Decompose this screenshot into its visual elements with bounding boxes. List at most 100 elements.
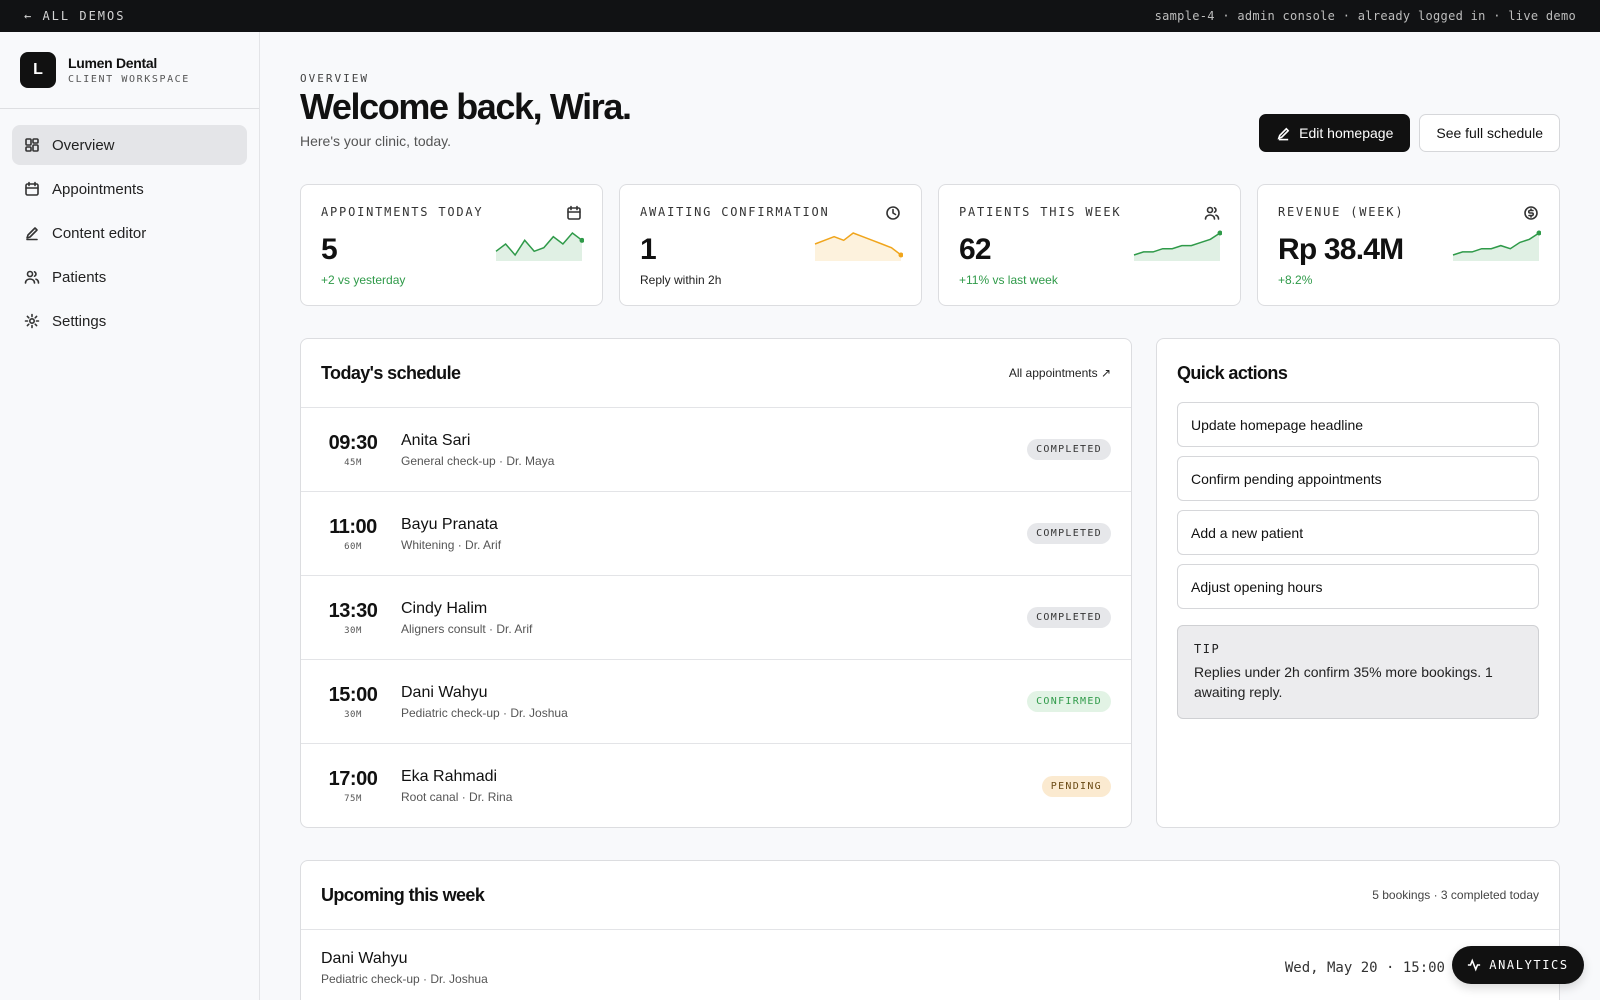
stat-label: REVENUE (WEEK) (1278, 205, 1405, 219)
quick-action-add-patient[interactable]: Add a new patient (1177, 510, 1539, 555)
quick-action-confirm-pending[interactable]: Confirm pending appointments (1177, 456, 1539, 501)
users-icon (24, 270, 40, 284)
analytics-label: ANALYTICS (1489, 958, 1569, 972)
status-badge: COMPLETED (1027, 523, 1111, 544)
stat-label: PATIENTS THIS WEEK (959, 205, 1122, 219)
see-full-schedule-button[interactable]: See full schedule (1419, 114, 1560, 152)
top-bar: ← ALL DEMOS sample-4 · admin console · a… (0, 0, 1600, 32)
appointment-time: 09:30 (328, 431, 378, 454)
sparkline (814, 232, 903, 261)
page-eyebrow: OVERVIEW (300, 72, 369, 85)
sidebar-item-label: Patients (52, 268, 107, 286)
brand: L Lumen Dental CLIENT WORKSPACE (0, 32, 259, 109)
all-demos-link[interactable]: ← ALL DEMOS (24, 9, 125, 23)
stat-card-revenue-week: REVENUE (WEEK) Rp 38.4M +8.2% (1257, 184, 1560, 306)
stat-label: APPOINTMENTS TODAY (321, 205, 484, 219)
status-badge: CONFIRMED (1027, 691, 1111, 712)
sidebar-item-label: Appointments (52, 180, 144, 198)
appointment-time: 17:00 (328, 768, 378, 790)
appointment-time: 13:30 (328, 599, 378, 622)
pencil-icon (1277, 127, 1290, 140)
patient-name: Bayu Pranata (401, 515, 498, 533)
edit-homepage-label: Edit homepage (1299, 125, 1394, 141)
todays-schedule-card: Today's schedule All appointments ↗ 09:3… (300, 338, 1132, 828)
schedule-row[interactable]: 13:30 30M Cindy Halim Aligners consult · D… (301, 576, 1131, 660)
stat-note: +11% vs last week (959, 273, 1058, 287)
analytics-button[interactable]: ANALYTICS (1452, 946, 1584, 984)
stat-cards: APPOINTMENTS TODAY 5 +2 vs yesterday AWA… (300, 184, 1560, 306)
appointment-duration: 30M (344, 709, 362, 720)
sidebar-item-label: Content editor (52, 224, 147, 242)
schedule-row[interactable]: 09:30 45M Anita Sari General check-up · Dr… (301, 408, 1131, 492)
patient-name: Anita Sari (401, 431, 471, 449)
gear-icon (24, 313, 40, 329)
stat-card-awaiting-confirmation: AWAITING CONFIRMATION 1 Reply within 2h (619, 184, 922, 306)
quick-action-update-headline[interactable]: Update homepage headline (1177, 402, 1539, 447)
schedule-row[interactable]: 17:00 75M Eka Rahmadi Root canal · Dr. Rin… (301, 744, 1131, 827)
edit-homepage-button[interactable]: Edit homepage (1259, 114, 1411, 152)
appointment-datetime: Wed, May 20 · 15:00 (1284, 960, 1445, 976)
appointment-time: 15:00 (328, 683, 378, 706)
appointment-duration: 45M (344, 457, 362, 468)
sidebar-item-label: Settings (52, 312, 107, 330)
tip-box: TIP Replies under 2h confirm 35% more bo… (1177, 625, 1539, 719)
appointment-description: Root canal · Dr. Rina (401, 790, 513, 804)
sidebar-item-overview[interactable]: Overview (12, 125, 247, 165)
all-appointments-link[interactable]: All appointments ↗ (1009, 366, 1111, 380)
appointment-duration: 30M (344, 625, 362, 636)
sidebar-item-settings[interactable]: Settings (12, 301, 247, 341)
brand-logo: L (20, 52, 56, 88)
sidebar-item-patients[interactable]: Patients (12, 257, 247, 297)
schedule-row[interactable]: 11:00 60M Bayu Pranata Whitening · Dr. Ari… (301, 492, 1131, 576)
quick-actions-title: Quick actions (1177, 363, 1288, 383)
brand-name: Lumen Dental (68, 55, 157, 71)
stat-card-appointments-today: APPOINTMENTS TODAY 5 +2 vs yesterday (300, 184, 603, 306)
grid-icon (25, 138, 39, 152)
sidebar-nav: Overview Appointments Content editor Pat… (0, 109, 259, 361)
schedule-title: Today's schedule (321, 362, 461, 383)
status-badge: PENDING (1041, 775, 1111, 797)
sidebar-item-content-editor[interactable]: Content editor (12, 213, 247, 253)
appointment-description: General check-up · Dr. Maya (401, 453, 555, 468)
quick-actions-card: Quick actions Update homepage headline C… (1156, 338, 1560, 828)
upcoming-row[interactable]: Dani Wahyu Pediatric check-up · Dr. Josh… (301, 930, 1559, 1000)
card-header: Upcoming this week 5 bookings · 3 comple… (301, 861, 1559, 930)
tip-text: Replies under 2h confirm 35% more bookin… (1194, 664, 1493, 700)
appointment-time: 11:00 (329, 515, 377, 538)
clock-icon (886, 206, 900, 220)
sidebar: L Lumen Dental CLIENT WORKSPACE Overview… (0, 32, 260, 1000)
calendar-icon (567, 205, 581, 220)
calendar-icon (25, 181, 39, 196)
card-header: Today's schedule All appointments ↗ (301, 339, 1131, 408)
sidebar-item-appointments[interactable]: Appointments (12, 169, 247, 209)
appointment-description: Pediatric check-up · Dr. Joshua (401, 705, 568, 720)
quick-action-adjust-hours[interactable]: Adjust opening hours (1177, 564, 1539, 609)
appointment-description: Whitening · Dr. Arif (401, 537, 502, 552)
schedule-row[interactable]: 15:00 30M Dani Wahyu Pediatric check-up · … (301, 660, 1131, 744)
patient-name: Cindy Halim (401, 599, 488, 617)
brand-subtitle: CLIENT WORKSPACE (68, 74, 190, 85)
session-meta: sample-4 · admin console · already logge… (1154, 9, 1576, 23)
sparkline (1133, 230, 1222, 261)
patient-name: Dani Wahyu (401, 683, 488, 701)
patient-name: Dani Wahyu (321, 950, 408, 967)
upcoming-this-week-card: Upcoming this week 5 bookings · 3 comple… (300, 860, 1560, 1000)
sparkline (495, 231, 584, 261)
stat-note: Reply within 2h (640, 273, 722, 287)
upcoming-title: Upcoming this week (321, 884, 485, 905)
status-badge: COMPLETED (1027, 607, 1111, 628)
sidebar-item-label: Overview (52, 136, 115, 154)
appointment-duration: 60M (344, 541, 362, 552)
upcoming-summary: 5 bookings · 3 completed today (1372, 888, 1539, 902)
dollar-icon (1524, 206, 1538, 220)
main-content: OVERVIEW Welcome back, Wira. Here's your… (300, 32, 1560, 1000)
activity-icon (1468, 958, 1481, 972)
header-actions: Edit homepage See full schedule (1259, 114, 1560, 152)
sparkline (1452, 230, 1541, 261)
stat-note: +2 vs yesterday (321, 273, 406, 287)
appointment-description: Aligners consult · Dr. Arif (401, 621, 533, 636)
users-icon (1204, 206, 1220, 220)
patient-name: Eka Rahmadi (401, 768, 498, 785)
tip-label: TIP (1194, 642, 1221, 656)
pencil-icon (26, 227, 38, 241)
